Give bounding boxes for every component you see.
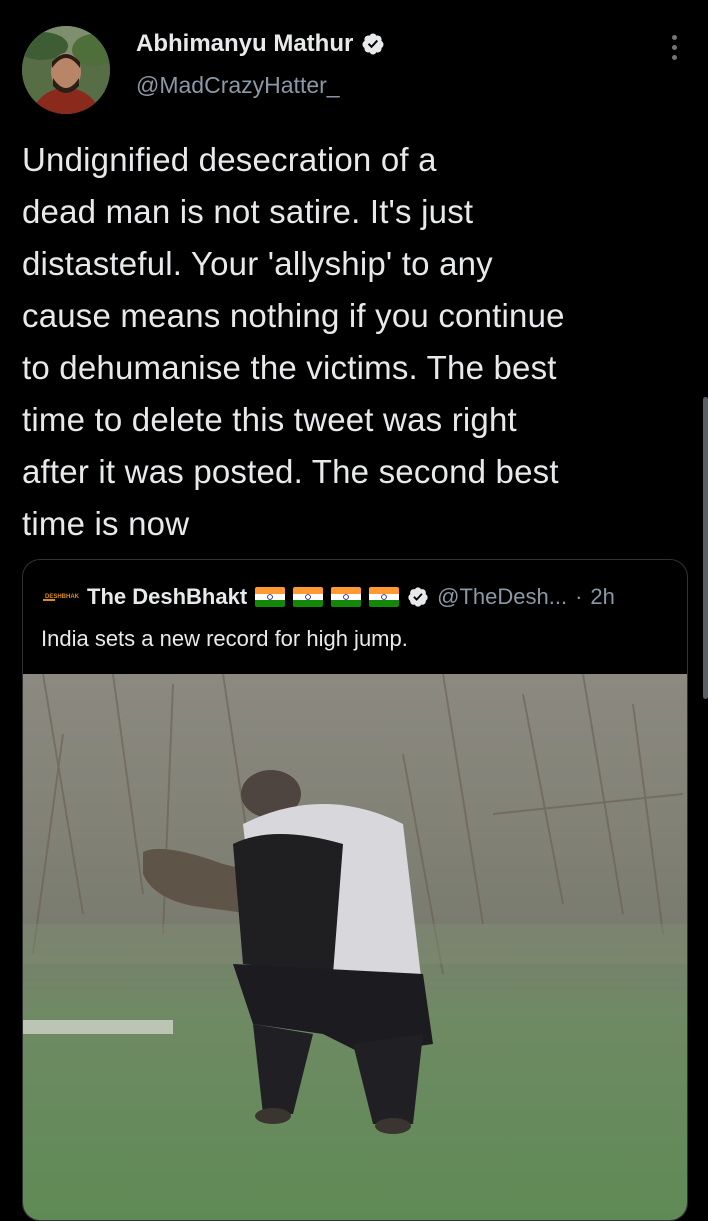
scrollbar[interactable]	[703, 397, 708, 699]
tweet-text-line: Undignified desecration of a	[22, 141, 437, 178]
quoted-timestamp[interactable]: 2h	[590, 584, 614, 610]
author-display-name[interactable]: Abhimanyu Mathur	[136, 30, 353, 58]
quoted-tweet-text: India sets a new record for high jump.	[41, 626, 408, 651]
tweet-text-line: time is now	[22, 505, 190, 542]
india-flag-icon	[331, 587, 362, 607]
quoted-author-name[interactable]: The DeshBhakt	[87, 584, 247, 610]
author-handle[interactable]: @MadCrazyHatter_	[136, 72, 340, 99]
tweet-text-line: dead man is not satire. It's just	[22, 193, 474, 230]
quoted-author-handle[interactable]: @TheDesh...	[437, 584, 567, 610]
avatar[interactable]	[22, 26, 110, 114]
verified-badge-icon	[362, 33, 384, 55]
avatar-image	[22, 26, 110, 114]
tweet-text-line: cause means nothing if you continue	[22, 297, 565, 334]
tweet-text-line: after it was posted. The second best	[22, 453, 559, 490]
tweet-text-line: time to delete this tweet was right	[22, 401, 517, 438]
tweet[interactable]: Abhimanyu Mathur @MadCrazyHatter_ Undign…	[0, 0, 708, 1221]
india-flag-icon	[293, 587, 324, 607]
quoted-tweet[interactable]: DESHBHAKT The DeshBhakt @TheDesh... · 2h	[22, 559, 688, 1221]
tweet-text-line: to dehumanise the victims. The best	[22, 349, 557, 386]
india-flag-icon	[255, 587, 286, 607]
tweet-text: Undignified desecration of a dead man is…	[22, 134, 682, 550]
svg-text:DESHBHAKT: DESHBHAKT	[45, 594, 79, 600]
tweet-text-line: distasteful. Your 'allyship' to any	[22, 245, 493, 282]
separator-dot: ·	[575, 584, 583, 609]
video-still	[23, 674, 687, 1220]
quoted-media-image[interactable]	[23, 674, 687, 1220]
india-flag-icon	[369, 587, 400, 607]
deshbhakt-logo: DESHBHAKT	[43, 594, 79, 601]
verified-badge-icon	[408, 587, 428, 607]
more-options-button[interactable]	[660, 30, 688, 64]
more-vertical-icon	[671, 34, 677, 40]
